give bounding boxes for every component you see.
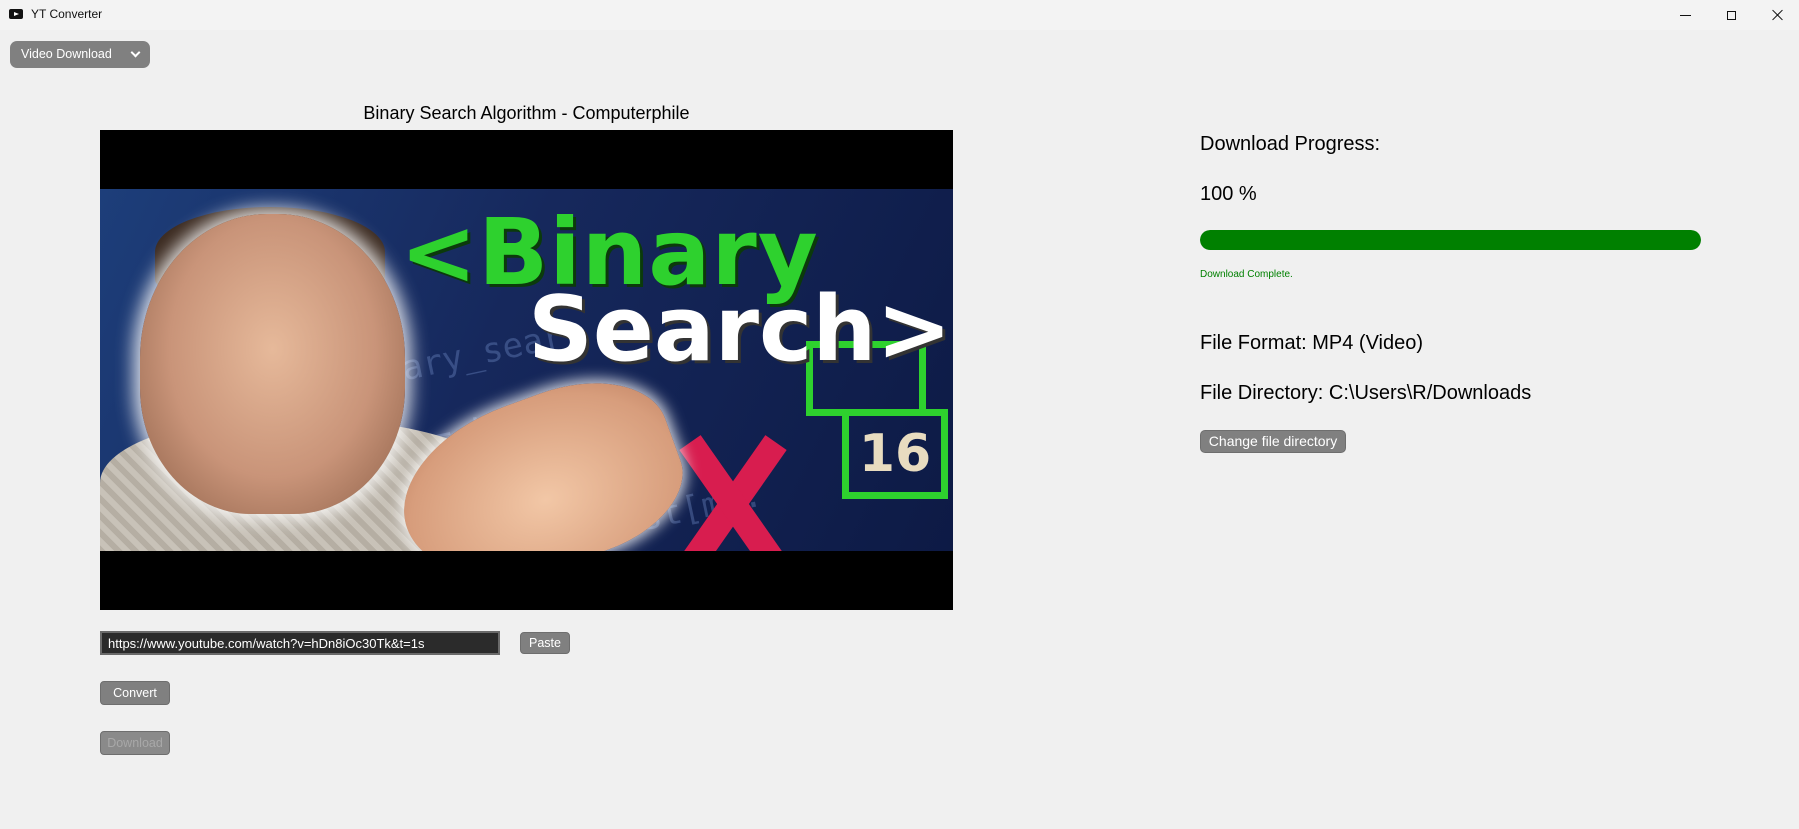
- mode-dropdown-value: Video Download: [21, 47, 112, 61]
- maximize-icon: [1726, 10, 1736, 20]
- status-text: Download Complete.: [1200, 269, 1293, 280]
- youtube-icon: [9, 9, 23, 19]
- chevron-down-icon: [130, 47, 141, 58]
- mode-dropdown[interactable]: Video Download: [10, 41, 150, 68]
- thumbnail-text-search: Search>: [528, 277, 952, 382]
- file-format-label: File Format: MP4 (Video): [1200, 332, 1424, 354]
- convert-button[interactable]: Convert: [100, 681, 170, 705]
- download-progress-value: 100 %: [1200, 183, 1257, 205]
- url-input[interactable]: [100, 631, 500, 655]
- minimize-icon: [1679, 14, 1691, 16]
- progress-bar-fill: [1200, 230, 1701, 250]
- download-button[interactable]: Download: [100, 731, 170, 755]
- change-directory-button[interactable]: Change file directory: [1200, 430, 1346, 453]
- paste-button[interactable]: Paste: [520, 632, 570, 654]
- download-progress-label: Download Progress:: [1200, 133, 1381, 155]
- file-directory-label: File Directory: C:\Users\R/Downloads: [1200, 382, 1532, 404]
- close-button[interactable]: [1754, 0, 1799, 30]
- close-icon: [1771, 9, 1783, 21]
- title-bar: YT Converter: [0, 0, 1799, 30]
- window-title: YT Converter: [31, 7, 103, 21]
- progress-bar: [1200, 230, 1701, 250]
- maximize-button[interactable]: [1708, 0, 1754, 30]
- thumbnail-face: [140, 214, 405, 514]
- thumbnail-box-16: 16: [842, 409, 948, 499]
- minimize-button[interactable]: [1662, 0, 1708, 30]
- thumbnail-art: binary_sear = Len(lst) lst[m]: 16 <Binar…: [100, 189, 953, 551]
- video-thumbnail: binary_sear = Len(lst) lst[m]: 16 <Binar…: [100, 130, 953, 610]
- video-title: Binary Search Algorithm - Computerphile: [363, 103, 690, 123]
